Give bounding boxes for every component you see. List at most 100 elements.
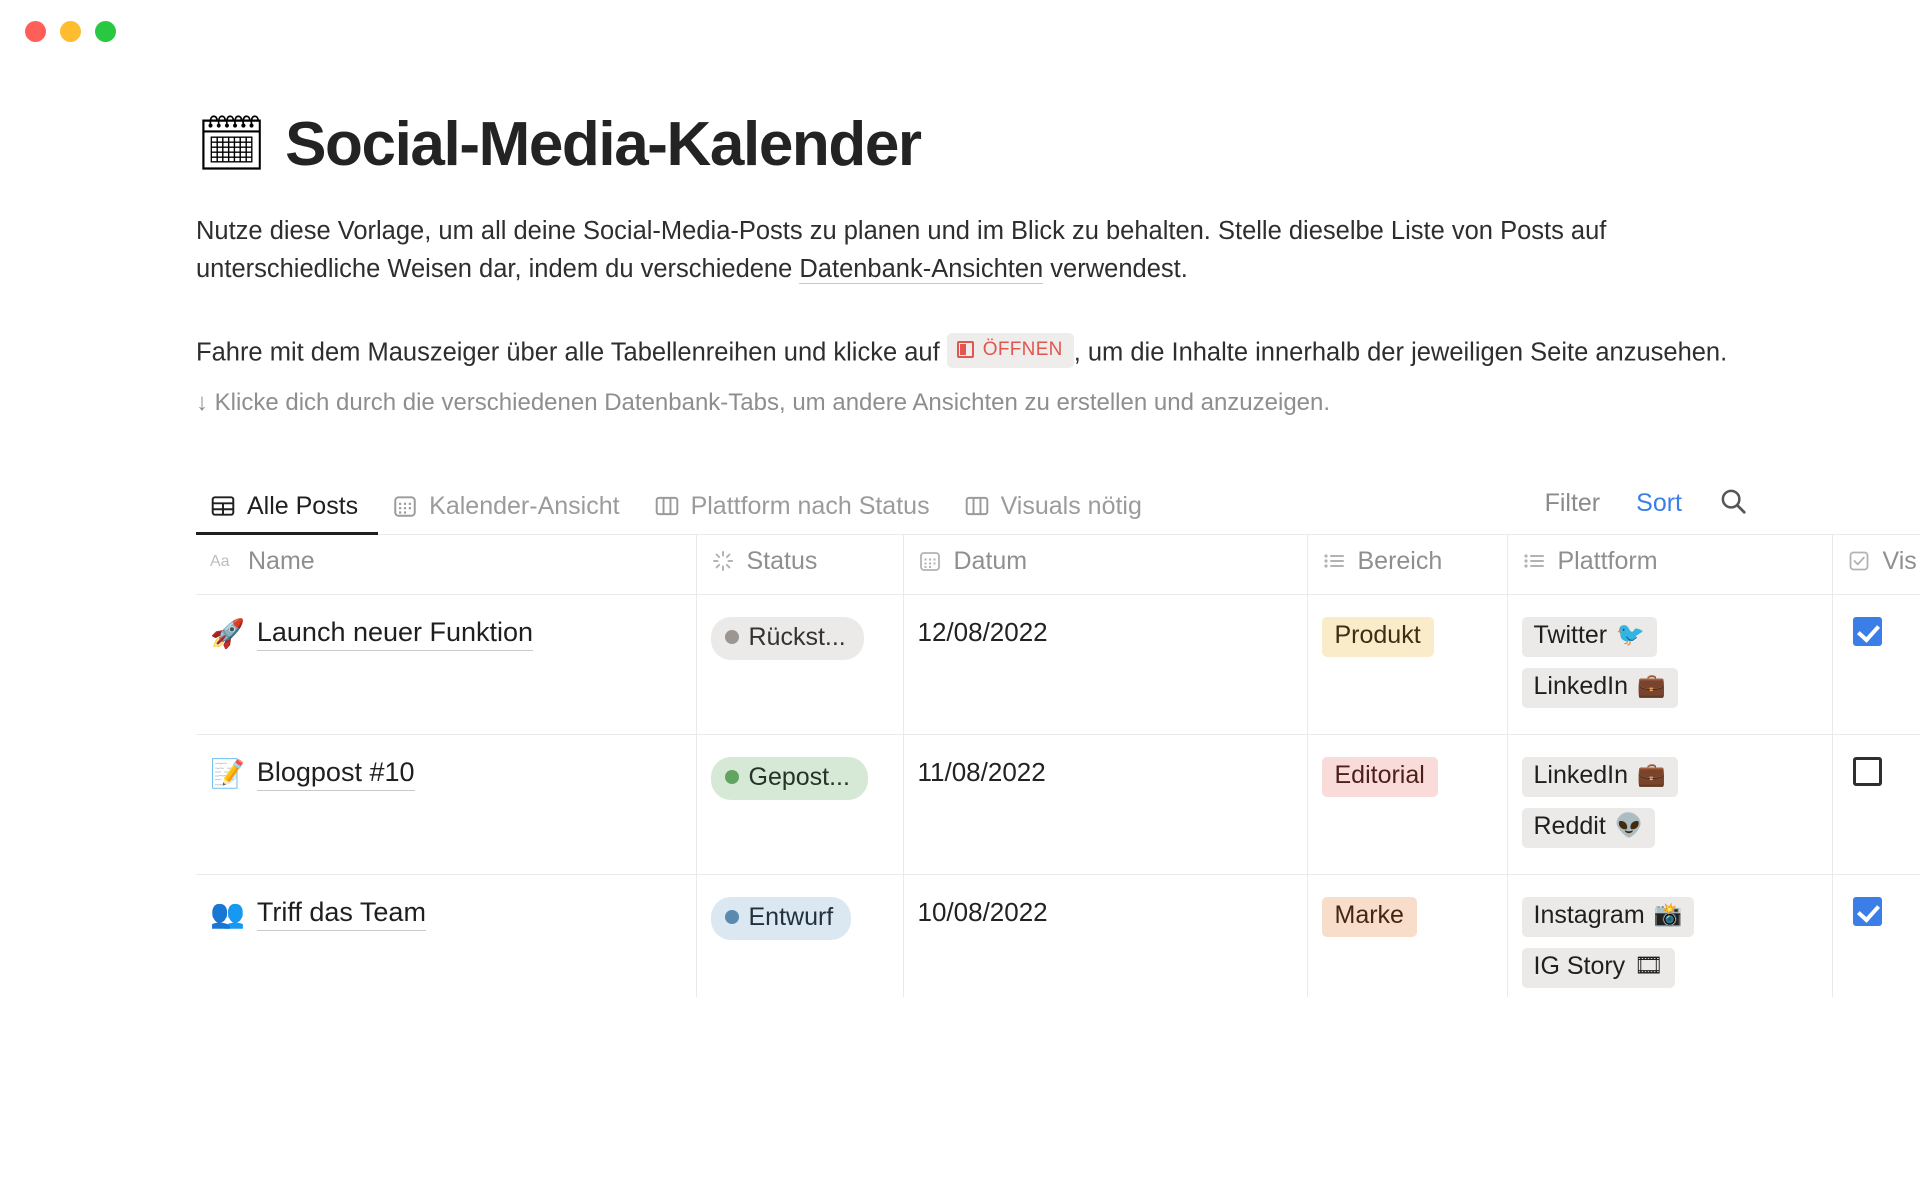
platform-emoji-icon: 👽 (1614, 812, 1644, 839)
column-header-name[interactable]: Aa Name (196, 534, 697, 595)
window-title-bar (0, 0, 1920, 62)
row-emoji-icon: 📝 (210, 756, 245, 790)
row-title-link[interactable]: Launch neuer Funktion (256, 617, 534, 651)
board-icon (965, 497, 988, 516)
window-close-button[interactable] (25, 20, 46, 42)
cell-name[interactable]: 📝 Blogpost #10 (196, 734, 697, 875)
cell-bereich[interactable]: Editorial (1307, 734, 1508, 875)
view-tab-bar: Alle Posts Kalender-Ansicht Plattform na… (196, 469, 1920, 536)
calendar-icon (919, 552, 940, 572)
search-button[interactable] (1718, 486, 1748, 521)
filter-button[interactable]: Filter (1545, 489, 1601, 518)
cell-visuals[interactable] (1832, 874, 1920, 997)
intro-paragraph: Nutze diese Vorlage, um all deine Social… (196, 213, 1706, 288)
cell-visuals[interactable] (1832, 734, 1920, 875)
database-tabs-hint: ↓ Klicke dich durch die verschiedenen Da… (196, 388, 1331, 416)
cell-bereich[interactable]: Produkt (1307, 594, 1508, 735)
area-tag: Marke (1321, 896, 1417, 937)
board-icon (655, 497, 678, 516)
cell-status[interactable]: Rückst... (696, 594, 904, 735)
intro-text-2: verwendest. (1043, 254, 1188, 283)
status-dot-icon (724, 770, 739, 785)
multi-select-icon (1523, 554, 1544, 568)
page-content: 🗓 Social-Media-Kalender Nutze diese Vorl… (0, 112, 1920, 997)
visuals-checkbox[interactable] (1852, 896, 1882, 926)
cell-status[interactable]: Entwurf (696, 874, 904, 997)
table-body: 🚀 Launch neuer Funktion Rückst... 12/08/… (196, 594, 1920, 997)
column-header-bereich[interactable]: Bereich (1307, 534, 1508, 595)
instructions-paragraph: Fahre mit dem Mauszeiger über alle Tabel… (196, 332, 1920, 372)
status-badge: Gepost... (710, 756, 868, 800)
platform-emoji-icon: 🎞 (1634, 952, 1664, 979)
tab-visuals-noetig[interactable]: Visuals nötig (950, 492, 1162, 534)
multi-select-icon (1323, 554, 1344, 568)
calendar-emoji-icon: 🗓 (196, 111, 268, 177)
platform-label: LinkedIn (1533, 671, 1629, 700)
platform-chip: Reddit 👽 (1521, 807, 1656, 848)
platform-chip: IG Story 🎞 (1521, 947, 1676, 988)
column-label: Plattform (1557, 546, 1658, 575)
database-table-scroll[interactable]: Aa Name Status Datum Bereich Plattform V… (196, 534, 1920, 997)
column-label: Name (248, 546, 315, 575)
text-aa-icon: Aa (210, 553, 230, 570)
cell-plattform[interactable]: Twitter 🐦 LinkedIn 💼 (1507, 594, 1833, 735)
cell-name[interactable]: 🚀 Launch neuer Funktion (196, 594, 697, 735)
open-page-icon (956, 341, 974, 359)
column-header-datum[interactable]: Datum (903, 534, 1308, 595)
tab-label: Plattform nach Status (690, 491, 930, 520)
search-icon (1721, 489, 1746, 514)
status-badge: Rückst... (710, 616, 864, 660)
sort-button[interactable]: Sort (1636, 489, 1682, 518)
column-header-plattform[interactable]: Plattform (1507, 534, 1833, 595)
visuals-checkbox[interactable] (1852, 756, 1882, 786)
table-row[interactable]: 👥 Triff das Team Entwurf 10/08/2022 Mark… (196, 874, 1920, 997)
window-minimize-button[interactable] (60, 20, 81, 42)
tab-label: Kalender-Ansicht (429, 491, 620, 520)
view-tabs: Alle Posts Kalender-Ansicht Plattform na… (196, 492, 1545, 536)
calendar-icon (394, 496, 416, 517)
status-spinner-icon (712, 551, 733, 572)
platform-chip: Instagram 📸 (1521, 896, 1695, 937)
cell-plattform[interactable]: LinkedIn 💼 Reddit 👽 (1507, 734, 1833, 875)
cell-bereich[interactable]: Marke (1307, 874, 1508, 997)
window-maximize-button[interactable] (95, 20, 116, 42)
tab-plattform-nach-status[interactable]: Plattform nach Status (640, 492, 950, 534)
column-label: Status (746, 546, 818, 575)
tab-kalender-ansicht[interactable]: Kalender-Ansicht (378, 492, 639, 534)
platform-chip: LinkedIn 💼 (1521, 756, 1678, 797)
platform-emoji-icon: 📸 (1653, 901, 1683, 928)
platform-emoji-icon: 🐦 (1616, 621, 1645, 648)
status-dot-icon (724, 630, 739, 645)
status-label: Rückst... (748, 622, 846, 651)
datenbank-ansichten-link[interactable]: Datenbank-Ansichten (799, 254, 1044, 284)
cell-datum[interactable]: 10/08/2022 (903, 874, 1308, 997)
table-toolbar: Filter Sort (1545, 486, 1896, 534)
cell-datum[interactable]: 11/08/2022 (903, 734, 1308, 875)
row-emoji-icon: 🚀 (210, 616, 245, 650)
cell-datum[interactable]: 12/08/2022 (903, 594, 1308, 735)
table-row[interactable]: 🚀 Launch neuer Funktion Rückst... 12/08/… (196, 594, 1920, 735)
platform-label: Reddit (1533, 811, 1606, 840)
status-badge: Entwurf (710, 896, 852, 940)
page-header: 🗓 Social-Media-Kalender (196, 112, 1920, 177)
database-table: Aa Name Status Datum Bereich Plattform V… (196, 534, 1920, 997)
platform-chip: Twitter 🐦 (1521, 616, 1657, 657)
platform-label: Instagram (1533, 900, 1645, 929)
cell-plattform[interactable]: Instagram 📸 IG Story 🎞 (1507, 874, 1833, 997)
instructions-text-1: Fahre mit dem Mauszeiger über alle Tabel… (196, 338, 947, 367)
row-title-link[interactable]: Triff das Team (256, 897, 426, 931)
open-badge[interactable]: ÖFFNEN (946, 332, 1074, 368)
column-header-status[interactable]: Status (696, 534, 904, 595)
table-row[interactable]: 📝 Blogpost #10 Gepost... 11/08/2022 Edit… (196, 734, 1920, 875)
tab-alle-posts[interactable]: Alle Posts (196, 492, 379, 536)
visuals-checkbox[interactable] (1852, 616, 1882, 646)
platform-emoji-icon: 💼 (1637, 761, 1666, 788)
cell-visuals[interactable] (1832, 594, 1920, 735)
row-title-link[interactable]: Blogpost #10 (256, 757, 415, 791)
date-value: 12/08/2022 (917, 616, 1048, 647)
cell-status[interactable]: Gepost... (696, 734, 904, 875)
cell-name[interactable]: 👥 Triff das Team (196, 874, 697, 997)
column-header-visuals[interactable]: Vis (1832, 534, 1920, 595)
row-emoji-icon: 👥 (210, 896, 245, 930)
platform-label: Twitter (1533, 620, 1608, 649)
